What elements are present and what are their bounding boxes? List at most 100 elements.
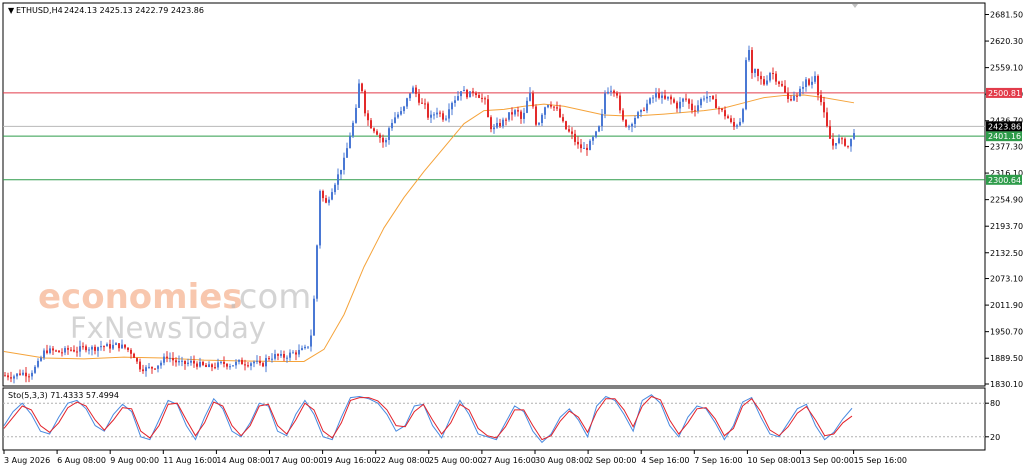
candle-body <box>748 50 750 61</box>
candle-body <box>271 358 273 360</box>
candle-body <box>238 359 240 362</box>
x-tick-label: 22 Aug 08:00 <box>376 456 430 465</box>
candle-body <box>121 344 123 349</box>
candle-body <box>478 95 480 98</box>
candle-body <box>61 352 63 354</box>
y-tick-label: 2559.10 <box>990 64 1023 73</box>
candle-body <box>529 93 531 101</box>
candle-body <box>451 102 453 110</box>
x-tick-label: 30 Aug 08:00 <box>535 456 589 465</box>
candle-body <box>502 119 504 127</box>
candle-body <box>838 138 840 144</box>
candle-body <box>244 364 246 366</box>
candle-body <box>835 143 837 146</box>
candle-body <box>817 75 819 96</box>
y-tick-label: 2011.90 <box>990 301 1023 310</box>
candle-body <box>187 362 189 365</box>
candle-body <box>304 346 306 349</box>
candle-body <box>388 128 390 140</box>
x-tick-label: 27 Aug 16:00 <box>482 456 536 465</box>
candle-body <box>562 117 564 122</box>
candle-body <box>523 112 525 119</box>
candle-body <box>556 107 558 109</box>
candle-body <box>775 73 777 82</box>
candle-body <box>253 361 255 364</box>
candle-body <box>337 174 339 185</box>
candle-body <box>64 348 66 353</box>
candle-body <box>19 373 21 375</box>
candle-body <box>643 109 645 111</box>
candle-body <box>622 110 624 120</box>
candle-body <box>256 360 258 362</box>
candle-body <box>721 108 723 111</box>
candle-body <box>364 91 366 114</box>
candle-body <box>340 169 342 175</box>
candle-body <box>319 190 321 246</box>
candle-body <box>250 363 252 366</box>
candle-body <box>745 60 747 110</box>
candle-body <box>637 112 639 119</box>
x-tick-label: 11 Aug 16:00 <box>163 456 217 465</box>
candle-body <box>301 348 303 350</box>
candle-body <box>598 126 600 132</box>
candle-body <box>646 103 648 111</box>
x-tick-label: 19 Aug 16:00 <box>323 456 377 465</box>
candle-body <box>76 351 78 353</box>
candle-body <box>796 95 798 97</box>
candle-body <box>586 147 588 150</box>
candle-body <box>559 108 561 118</box>
candle-body <box>25 372 27 377</box>
candle-body <box>460 91 462 97</box>
candle-body <box>538 123 540 125</box>
candle-body <box>820 95 822 103</box>
candle-body <box>532 93 534 107</box>
candle-body <box>202 361 204 365</box>
candle-body <box>658 92 660 98</box>
x-tick-label: 9 Aug 00:00 <box>110 456 159 465</box>
candle-body <box>514 110 516 115</box>
y-tick-label: 2377.30 <box>990 143 1023 152</box>
y-tick-label: 2193.70 <box>990 222 1023 231</box>
price-axis: 2681.502620.302559.102497.902436.702377.… <box>985 11 1023 389</box>
candle-body <box>703 98 705 100</box>
candle-body <box>427 103 429 118</box>
candle-body <box>289 352 291 358</box>
candle-body <box>682 98 684 102</box>
x-tick-label: 10 Sep 08:00 <box>747 456 800 465</box>
candle-body <box>610 90 612 92</box>
y-tick-label: 2073.10 <box>990 275 1023 284</box>
candle-body <box>4 375 6 377</box>
candle-body <box>208 364 210 368</box>
candle-body <box>136 358 138 362</box>
candle-body <box>670 96 672 100</box>
candle-body <box>226 363 228 367</box>
candle-body <box>724 110 726 117</box>
candle-body <box>268 358 270 360</box>
y-tick-label: 2254.90 <box>990 196 1023 205</box>
candle-body <box>814 75 816 82</box>
candle-body <box>172 357 174 361</box>
candle-body <box>547 104 549 108</box>
candle-body <box>31 372 33 377</box>
x-tick-label: 4 Sep 16:00 <box>641 456 689 465</box>
candle-body <box>841 138 843 140</box>
candle-body <box>133 353 135 359</box>
candle-body <box>265 358 267 367</box>
candle-body <box>706 96 708 99</box>
candle-body <box>418 93 420 103</box>
candle-body <box>235 361 237 366</box>
candle-body <box>709 96 711 98</box>
candle-body <box>655 92 657 98</box>
candle-body <box>400 111 402 115</box>
candle-body <box>493 127 495 130</box>
candle-body <box>847 145 849 147</box>
candle-body <box>781 83 783 86</box>
candle-body <box>499 122 501 127</box>
candle-body <box>634 118 636 124</box>
candle-body <box>535 106 537 125</box>
dropdown-triangle-icon[interactable]: ▼ <box>8 6 15 15</box>
candle-body <box>793 95 795 101</box>
candle-body <box>568 129 570 132</box>
candle-body <box>544 107 546 115</box>
candle-body <box>328 199 330 203</box>
